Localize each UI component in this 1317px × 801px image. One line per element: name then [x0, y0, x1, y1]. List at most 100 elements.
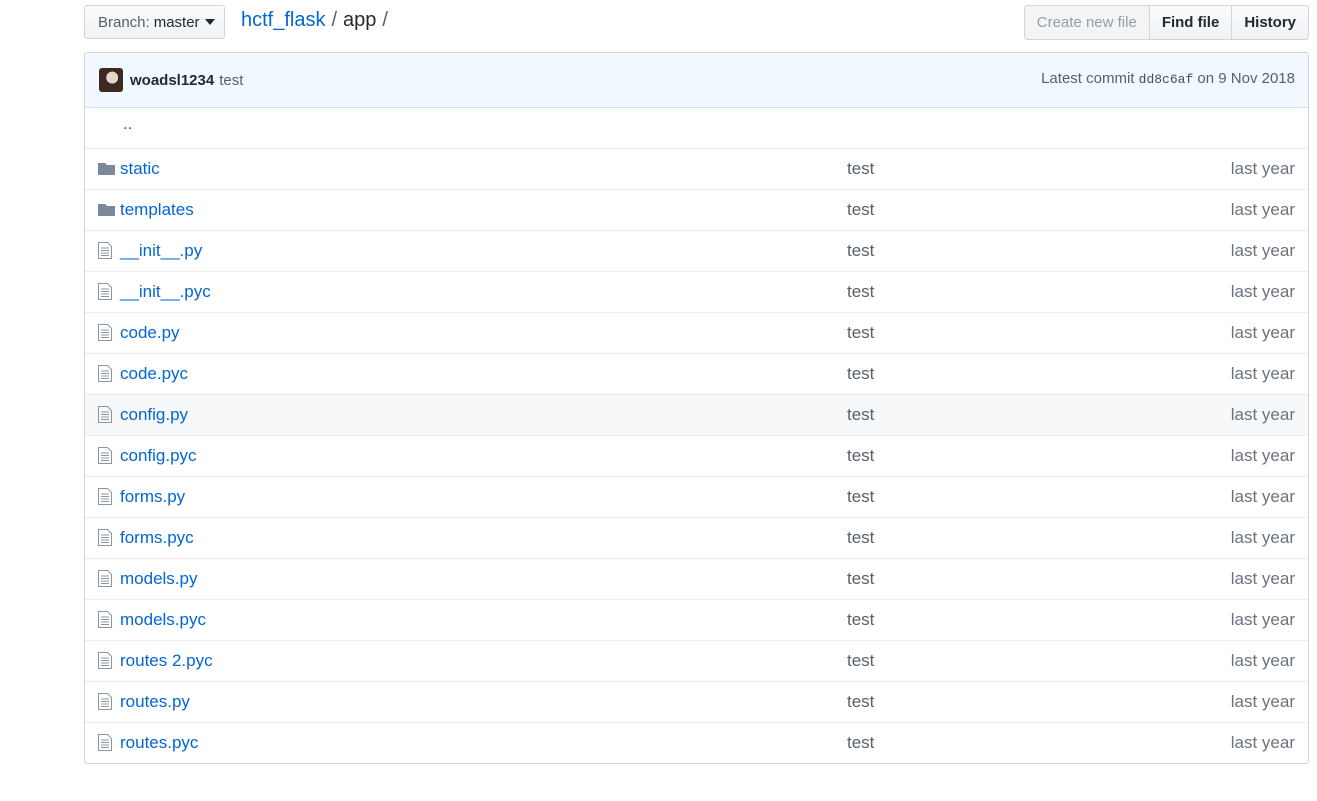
history-button[interactable]: History: [1231, 5, 1309, 40]
file-row[interactable]: __init__.pyc test last year: [85, 271, 1308, 312]
caret-down-icon: [204, 19, 215, 25]
file-row[interactable]: config.py test last year: [85, 394, 1308, 435]
file-commit-message[interactable]: test: [847, 692, 874, 712]
file-commit-message[interactable]: test: [847, 323, 874, 343]
file-name-link[interactable]: routes.py: [120, 692, 190, 712]
file-actions: Create new file Find file History: [1023, 5, 1309, 40]
file-row[interactable]: forms.py test last year: [85, 476, 1308, 517]
file-row[interactable]: code.py test last year: [85, 312, 1308, 353]
file-commit-message[interactable]: test: [847, 446, 874, 466]
file-name-link[interactable]: static: [120, 159, 160, 179]
find-file-button[interactable]: Find file: [1148, 5, 1233, 40]
file-commit-message[interactable]: test: [847, 733, 874, 753]
file-name-link[interactable]: models.pyc: [120, 610, 206, 630]
file-name-link[interactable]: config.py: [120, 405, 188, 425]
file-row[interactable]: __init__.py test last year: [85, 230, 1308, 271]
file-row[interactable]: routes 2.pyc test last year: [85, 640, 1308, 681]
file-name-link[interactable]: forms.py: [120, 487, 185, 507]
file-age: last year: [1230, 733, 1295, 752]
latest-commit-info: Latest commit dd8c6af on 9 Nov 2018: [1041, 70, 1295, 87]
branch-label: Branch:: [98, 13, 150, 31]
file-icon: [97, 365, 113, 387]
file-age: last year: [1230, 282, 1295, 301]
file-age: last year: [1230, 159, 1295, 178]
commit-message[interactable]: test: [219, 72, 243, 89]
file-age: last year: [1230, 610, 1295, 629]
file-row[interactable]: models.pyc test last year: [85, 599, 1308, 640]
file-row[interactable]: config.pyc test last year: [85, 435, 1308, 476]
file-commit-message[interactable]: test: [847, 159, 874, 179]
breadcrumb-separator: /: [331, 9, 338, 31]
file-icon: [97, 734, 113, 756]
file-age: last year: [1230, 200, 1295, 219]
file-commit-message[interactable]: test: [847, 610, 874, 630]
folder-icon: [97, 161, 116, 181]
file-icon: [97, 447, 113, 469]
file-commit-message[interactable]: test: [847, 200, 874, 220]
file-row[interactable]: code.pyc test last year: [85, 353, 1308, 394]
file-row[interactable]: forms.pyc test last year: [85, 517, 1308, 558]
avatar[interactable]: [99, 68, 123, 92]
file-name-link[interactable]: __init__.py: [120, 241, 202, 261]
breadcrumb: hctf_flask / app /: [241, 9, 394, 32]
file-age: last year: [1230, 241, 1295, 260]
commit-sha[interactable]: dd8c6af: [1139, 72, 1194, 87]
file-name-link[interactable]: routes 2.pyc: [120, 651, 213, 671]
file-age: last year: [1230, 364, 1295, 383]
breadcrumb-repo-link[interactable]: hctf_flask: [241, 9, 325, 31]
file-navigation: Branch: master hctf_flask / app / Create ne…: [84, 5, 1309, 41]
file-age: last year: [1230, 487, 1295, 506]
file-row[interactable]: static test last year: [85, 148, 1308, 189]
file-icon: [97, 693, 113, 715]
file-commit-message[interactable]: test: [847, 405, 874, 425]
file-age: last year: [1230, 405, 1295, 424]
file-age: last year: [1230, 651, 1295, 670]
file-commit-message[interactable]: test: [847, 282, 874, 302]
file-list: woadsl1234 test Latest commit dd8c6af on…: [84, 52, 1309, 764]
file-name-link[interactable]: routes.pyc: [120, 733, 198, 753]
branch-name: master: [153, 13, 200, 31]
latest-commit-bar: woadsl1234 test Latest commit dd8c6af on…: [85, 53, 1308, 108]
file-icon: [97, 283, 113, 305]
file-icon: [97, 529, 113, 551]
file-row[interactable]: templates test last year: [85, 189, 1308, 230]
commit-author[interactable]: woadsl1234: [130, 72, 214, 89]
file-row[interactable]: models.py test last year: [85, 558, 1308, 599]
parent-directory-link[interactable]: ..: [123, 114, 132, 134]
folder-icon: [97, 202, 116, 222]
file-age: last year: [1230, 446, 1295, 465]
file-name-link[interactable]: config.pyc: [120, 446, 197, 466]
latest-commit-label: Latest commit: [1041, 70, 1135, 87]
breadcrumb-separator: /: [382, 9, 388, 31]
file-icon: [97, 488, 113, 510]
file-row[interactable]: routes.pyc test last year: [85, 722, 1308, 763]
file-commit-message[interactable]: test: [847, 569, 874, 589]
breadcrumb-current-folder: app: [343, 9, 377, 31]
commit-date: on 9 Nov 2018: [1197, 70, 1295, 87]
file-commit-message[interactable]: test: [847, 487, 874, 507]
file-commit-message[interactable]: test: [847, 241, 874, 261]
file-name-link[interactable]: code.pyc: [120, 364, 188, 384]
branch-select-button[interactable]: Branch: master: [84, 5, 225, 39]
parent-directory-row: ..: [85, 108, 1308, 148]
file-age: last year: [1230, 323, 1295, 342]
create-new-file-button[interactable]: Create new file: [1023, 5, 1150, 40]
file-icon: [97, 406, 113, 428]
file-icon: [97, 652, 113, 674]
file-commit-message[interactable]: test: [847, 528, 874, 548]
file-name-link[interactable]: __init__.pyc: [120, 282, 211, 302]
file-age: last year: [1230, 692, 1295, 711]
file-icon: [97, 324, 113, 346]
file-row[interactable]: routes.py test last year: [85, 681, 1308, 722]
file-name-link[interactable]: code.py: [120, 323, 180, 343]
file-age: last year: [1230, 569, 1295, 588]
file-age: last year: [1230, 528, 1295, 547]
file-name-link[interactable]: models.py: [120, 569, 197, 589]
file-icon: [97, 570, 113, 592]
file-commit-message[interactable]: test: [847, 651, 874, 671]
file-name-link[interactable]: forms.pyc: [120, 528, 194, 548]
file-icon: [97, 242, 113, 264]
file-name-link[interactable]: templates: [120, 200, 194, 220]
file-icon: [97, 611, 113, 633]
file-commit-message[interactable]: test: [847, 364, 874, 384]
